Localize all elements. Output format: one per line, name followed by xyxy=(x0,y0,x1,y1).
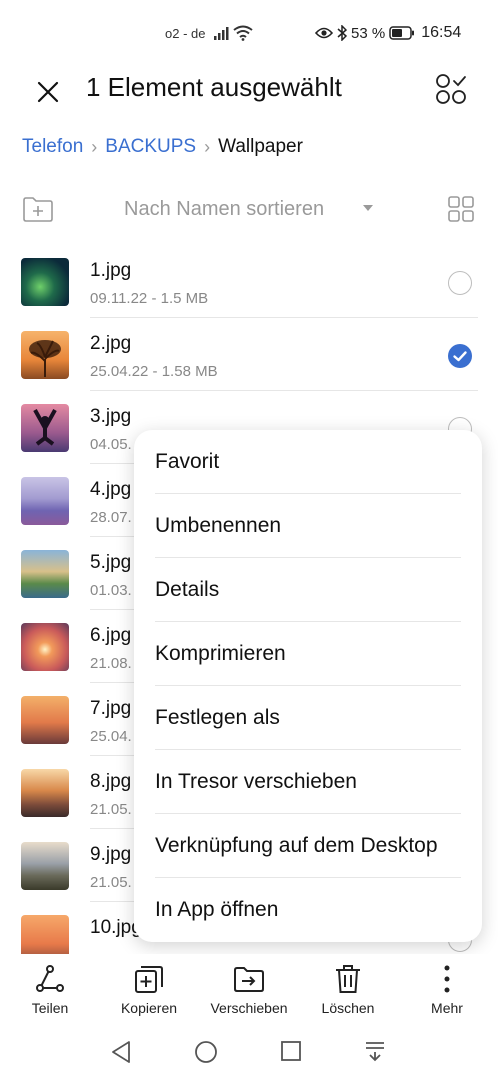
select-all-icon[interactable] xyxy=(434,72,468,106)
menu-item-details[interactable]: Details xyxy=(155,558,461,622)
more-vertical-icon xyxy=(444,965,450,993)
selection-header: 1 Element ausgewählt xyxy=(0,68,498,112)
menu-item-label: In App öffnen xyxy=(155,898,279,921)
battery-percent: 53 % xyxy=(351,24,386,42)
menu-item-label: Festlegen als xyxy=(155,706,280,729)
file-name: 3.jpg xyxy=(90,406,132,427)
file-name: 7.jpg xyxy=(90,698,132,719)
file-name: 9.jpg xyxy=(90,844,132,865)
thumbnail-image xyxy=(21,404,69,452)
file-name: 5.jpg xyxy=(90,552,132,573)
clock: 16:54 xyxy=(421,24,462,41)
menu-item-label: In Tresor verschieben xyxy=(155,770,357,793)
file-meta: 25.04.22 - 1.58 MB xyxy=(90,363,218,380)
signal-icon xyxy=(214,27,229,40)
move-button[interactable]: Verschieben xyxy=(204,962,294,1016)
battery-icon xyxy=(389,26,415,40)
recents-icon[interactable] xyxy=(280,1040,302,1062)
thumbnail-image xyxy=(21,769,69,817)
list-item[interactable]: 1.jpg 09.11.22 - 1.5 MB xyxy=(0,245,498,318)
thumbnail-image xyxy=(21,623,69,671)
notification-pulldown-icon[interactable] xyxy=(364,1040,386,1062)
list-item[interactable]: 2.jpg 25.04.22 - 1.58 MB xyxy=(0,318,498,391)
menu-item-label: Umbenennen xyxy=(155,514,282,537)
copy-icon xyxy=(135,966,163,993)
close-icon[interactable] xyxy=(32,74,64,106)
file-meta: 01.03. xyxy=(90,582,132,599)
delete-label: Löschen xyxy=(321,1000,375,1016)
move-folder-icon xyxy=(234,967,264,992)
thumbnail-image xyxy=(21,477,69,525)
menu-item-tresor[interactable]: In Tresor verschieben xyxy=(155,750,461,814)
file-name: 2.jpg xyxy=(90,333,132,354)
chevron-right-icon: › xyxy=(91,136,98,157)
context-menu: Favorit Umbenennen Details Komprimieren … xyxy=(134,430,482,942)
file-name: 1.jpg xyxy=(90,260,132,281)
menu-item-label: Favorit xyxy=(155,450,220,473)
menu-item-festlegen-als[interactable]: Festlegen als xyxy=(155,686,461,750)
thumbnail-image xyxy=(21,258,69,306)
list-toolbar: Nach Namen sortieren xyxy=(0,192,498,228)
file-meta: 21.05. xyxy=(90,874,132,891)
grid-view-icon[interactable] xyxy=(448,196,474,222)
menu-item-label: Verknüpfung auf dem Desktop xyxy=(155,834,438,857)
select-radio[interactable] xyxy=(448,271,472,295)
dropdown-arrow-icon xyxy=(363,205,373,211)
thumbnail-image xyxy=(21,696,69,744)
file-name: 4.jpg xyxy=(90,479,132,500)
back-icon[interactable] xyxy=(110,1040,132,1064)
breadcrumb-current: Wallpaper xyxy=(218,136,303,157)
more-label: Mehr xyxy=(431,1000,463,1016)
sort-dropdown[interactable]: Nach Namen sortieren xyxy=(124,198,324,221)
chevron-right-icon: › xyxy=(204,136,211,157)
file-meta: 09.11.22 - 1.5 MB xyxy=(90,290,209,307)
more-button[interactable]: Mehr xyxy=(402,962,492,1016)
menu-item-label: Details xyxy=(155,578,220,601)
new-folder-icon[interactable] xyxy=(22,195,54,223)
menu-item-komprimieren[interactable]: Komprimieren xyxy=(155,622,461,686)
breadcrumb-backups[interactable]: BACKUPS xyxy=(105,136,196,158)
file-meta: 25.04. xyxy=(90,728,132,745)
breadcrumb-telefon[interactable]: Telefon xyxy=(22,136,83,158)
carrier-label: o2 - de xyxy=(165,26,206,41)
menu-item-open-in-app[interactable]: In App öffnen xyxy=(155,878,461,942)
page-title: 1 Element ausgewählt xyxy=(86,72,342,102)
file-name: 8.jpg xyxy=(90,771,132,792)
copy-label: Kopieren xyxy=(120,1000,178,1016)
share-icon xyxy=(36,965,64,992)
share-label: Teilen xyxy=(31,1000,69,1016)
share-button[interactable]: Teilen xyxy=(5,962,95,1016)
thumbnail-image xyxy=(21,842,69,890)
file-meta: 28.07. xyxy=(90,509,132,526)
menu-item-umbenennen[interactable]: Umbenennen xyxy=(155,494,461,558)
eye-icon xyxy=(315,27,333,39)
system-nav-bar xyxy=(0,1020,498,1080)
bluetooth-icon xyxy=(337,25,347,41)
copy-button[interactable]: Kopieren xyxy=(104,962,194,1016)
menu-item-favorit[interactable]: Favorit xyxy=(155,430,461,494)
home-icon[interactable] xyxy=(194,1040,218,1064)
thumbnail-image xyxy=(21,550,69,598)
thumbnail-image xyxy=(21,915,69,954)
delete-button[interactable]: Löschen xyxy=(303,962,393,1016)
file-meta: 21.08. xyxy=(90,655,132,672)
file-meta: 21.05. xyxy=(90,801,132,818)
breadcrumb: Telefon › BACKUPS › Wallpaper xyxy=(22,136,303,158)
file-name: 6.jpg xyxy=(90,625,132,646)
menu-item-desktop-shortcut[interactable]: Verknüpfung auf dem Desktop xyxy=(155,814,461,878)
selected-check-icon[interactable] xyxy=(448,344,472,368)
wifi-icon xyxy=(233,25,253,41)
menu-item-label: Komprimieren xyxy=(155,642,286,665)
bottom-action-bar: Teilen Kopieren Verschieben Löschen Mehr xyxy=(0,954,498,1018)
thumbnail-image xyxy=(21,331,69,379)
status-bar: o2 - de 53 % 16:54 xyxy=(0,0,498,68)
trash-icon xyxy=(336,965,360,993)
move-label: Verschieben xyxy=(210,1000,288,1016)
file-meta: 04.05. xyxy=(90,436,132,453)
